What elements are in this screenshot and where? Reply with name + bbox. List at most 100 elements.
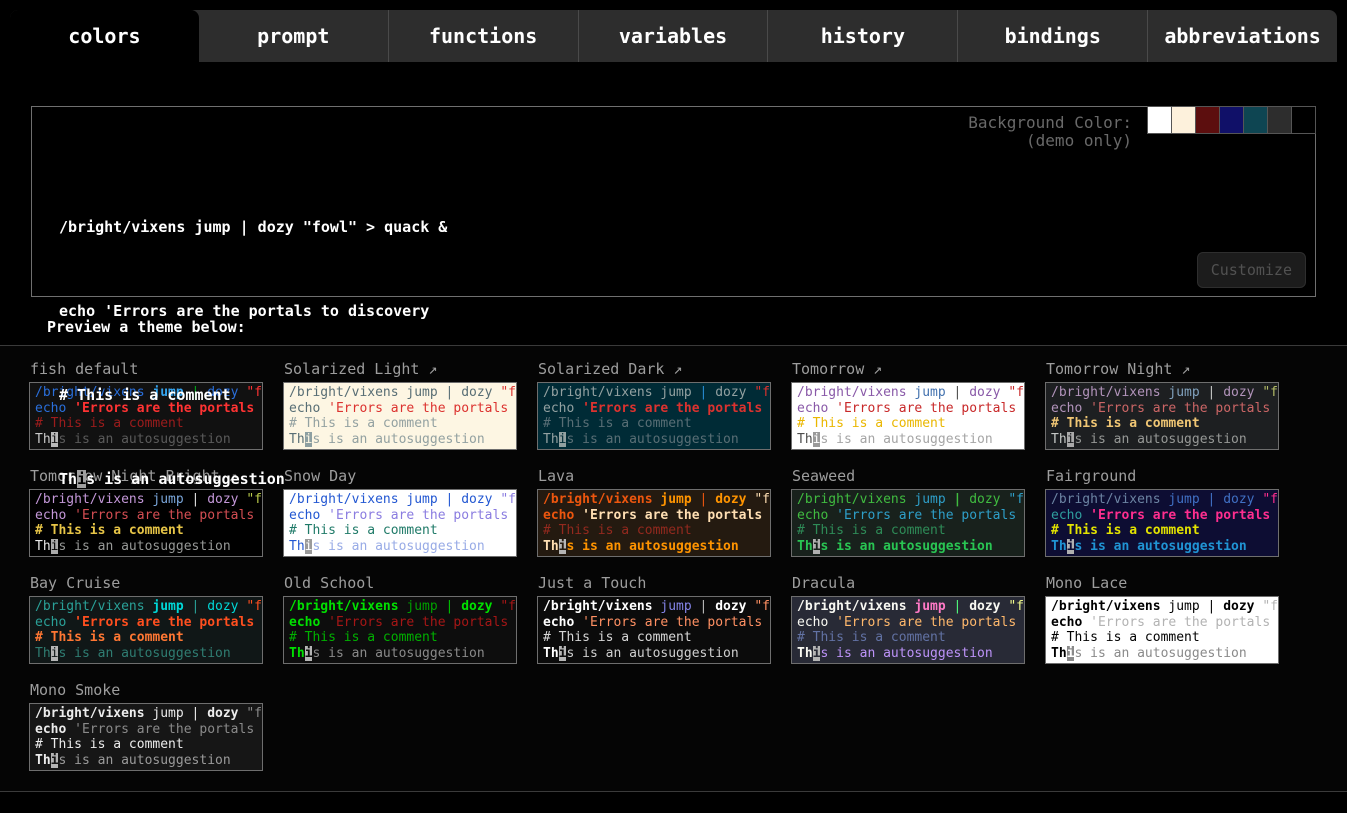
tab-colors[interactable]: colors (10, 10, 199, 62)
token-suggestion: s is an autosuggestion (566, 539, 738, 554)
token-echo: echo (289, 615, 320, 630)
preview-line-autosuggestion: This is an autosuggestion (797, 539, 1019, 555)
theme-card-lava[interactable]: Lava/bright/vixens jump | dozy "fowl" > … (537, 459, 771, 557)
theme-title: Solarized Dark↗ (538, 360, 771, 378)
theme-name-label: Bay Cruise (30, 574, 120, 592)
theme-name-label: Just a Touch (538, 574, 646, 592)
token-suggestion: s is an autosuggestion (1074, 539, 1246, 554)
theme-preview-box: /bright/vixens jump | dozy "fowl" > quac… (283, 596, 517, 664)
token-typed: Th (543, 646, 559, 661)
preview-line-autosuggestion: This is an autosuggestion (1051, 646, 1273, 662)
token-pipe: | (700, 492, 708, 507)
token-command2: dozy (461, 385, 492, 400)
demo-typed-text: Th (59, 470, 77, 488)
preview-line-comment: # This is a comment (543, 416, 765, 432)
token-pipe: | (954, 385, 962, 400)
token-echo: echo (35, 722, 66, 737)
theme-card-fairground[interactable]: Fairground/bright/vixens jump | dozy "fo… (1045, 459, 1279, 557)
theme-card-tomorrow[interactable]: Tomorrow↗/bright/vixens jump | dozy "fow… (791, 352, 1025, 450)
preview-line-autosuggestion: This is an autosuggestion (543, 432, 765, 448)
token-suggestion: s is an autosuggestion (312, 646, 484, 661)
tab-history[interactable]: history (767, 10, 957, 62)
preview-line-string: echo 'Errors are the portals to discover… (543, 508, 765, 524)
token-suggestion: s is an autosuggestion (1074, 432, 1246, 447)
preview-line-string: echo 'Errors are the portals to discover… (543, 401, 765, 417)
preview-line-autosuggestion: This is an autosuggestion (1051, 432, 1273, 448)
token-command2: dozy (1223, 492, 1254, 507)
token-command2: dozy (969, 492, 1000, 507)
preview-line-command: /bright/vixens jump | dozy "fowl" > quac… (797, 599, 1019, 615)
token-pipe: | (954, 492, 962, 507)
background-swatch-white[interactable] (1147, 106, 1172, 134)
theme-card-bay-cruise[interactable]: Bay Cruise/bright/vixens jump | dozy "fo… (29, 566, 263, 664)
background-color-label-line2: (demo only) (968, 132, 1132, 150)
token-pipe: | (954, 599, 962, 614)
background-swatch-teal[interactable] (1243, 106, 1268, 134)
token-comment: # This is a comment (1051, 630, 1200, 645)
token-command: jump (406, 599, 437, 614)
theme-card-dracula[interactable]: Dracula/bright/vixens jump | dozy "fowl"… (791, 566, 1025, 664)
token-path: /bright/vixens (797, 599, 907, 614)
token-path: /bright/vixens (543, 492, 653, 507)
token-comment: # This is a comment (35, 630, 184, 645)
theme-card-seaweed[interactable]: Seaweed/bright/vixens jump | dozy "fowl"… (791, 459, 1025, 557)
token-pipe: | (1208, 492, 1216, 507)
preview-line-string: echo 'Errors are the portals to discover… (797, 401, 1019, 417)
token-command2: dozy (207, 599, 238, 614)
preview-line-comment: # This is a comment (35, 737, 257, 753)
preview-line-comment: # This is a comment (289, 630, 511, 646)
token-path: /bright/vixens (797, 492, 907, 507)
preview-line-command: /bright/vixens jump | dozy "fowl" > quac… (35, 706, 257, 722)
customize-button[interactable]: Customize (1197, 252, 1306, 288)
token-string: 'Errors are the portals to discovery (328, 615, 517, 630)
token-quote-tail: "fowl" > quack & (1262, 492, 1279, 507)
preview-line-comment: # This is a comment (1051, 523, 1273, 539)
theme-title: Old School (284, 574, 517, 592)
token-path: /bright/vixens (543, 385, 653, 400)
background-color-label-line1: Background Color: (968, 114, 1132, 132)
token-quote-tail: "fowl" > quack & (754, 492, 771, 507)
tab-bar: colors prompt functions variables histor… (10, 10, 1337, 62)
token-command2: dozy (1223, 385, 1254, 400)
tab-bindings[interactable]: bindings (957, 10, 1147, 62)
token-quote-tail: "fowl" > quack & (754, 385, 771, 400)
background-swatch-navy[interactable] (1219, 106, 1244, 134)
token-command2: dozy (969, 385, 1000, 400)
theme-card-mono-smoke[interactable]: Mono Smoke/bright/vixens jump | dozy "fo… (29, 673, 263, 771)
background-swatch-black[interactable] (1291, 106, 1316, 134)
demo-terminal-panel: Background Color: (demo only) /bright/vi… (31, 106, 1316, 297)
token-quote-tail: "fowl" > quack & (1262, 385, 1279, 400)
theme-card-mono-lace[interactable]: Mono Lace/bright/vixens jump | dozy "fow… (1045, 566, 1279, 664)
token-string: 'Errors are the portals to discovery (1090, 508, 1279, 523)
tab-functions[interactable]: functions (388, 10, 578, 62)
external-link-icon: ↗ (1181, 360, 1190, 378)
token-suggestion: s is an autosuggestion (1074, 646, 1246, 661)
token-path: /bright/vixens (35, 706, 145, 721)
token-quote-tail: "fowl" > quack & (754, 599, 771, 614)
token-comment: # This is a comment (543, 630, 692, 645)
token-comment: # This is a comment (289, 630, 438, 645)
theme-name-label: Tomorrow Night (1046, 360, 1172, 378)
background-swatch-cream[interactable] (1171, 106, 1196, 134)
theme-preview-box: /bright/vixens jump | dozy "fowl" > quac… (791, 382, 1025, 450)
preview-line-comment: # This is a comment (1051, 630, 1273, 646)
theme-name-label: Old School (284, 574, 374, 592)
theme-card-tomorrow-night[interactable]: Tomorrow Night↗/bright/vixens jump | doz… (1045, 352, 1279, 450)
token-path: /bright/vixens (1051, 385, 1161, 400)
preview-line-autosuggestion: This is an autosuggestion (35, 646, 257, 662)
token-command2: dozy (207, 706, 238, 721)
preview-line-string: echo 'Errors are the portals to discover… (543, 615, 765, 631)
tab-prompt[interactable]: prompt (199, 10, 388, 62)
background-swatch-charcoal[interactable] (1267, 106, 1292, 134)
token-suggestion: s is an autosuggestion (566, 432, 738, 447)
token-quote-tail: "fowl" > quack & (1008, 385, 1025, 400)
theme-card-solarized-dark[interactable]: Solarized Dark↗/bright/vixens jump | doz… (537, 352, 771, 450)
token-command: jump (660, 385, 691, 400)
tab-variables[interactable]: variables (578, 10, 768, 62)
tab-abbreviations[interactable]: abbreviations (1147, 10, 1337, 62)
theme-preview-box: /bright/vixens jump | dozy "fowl" > quac… (791, 596, 1025, 664)
background-swatch-maroon[interactable] (1195, 106, 1220, 134)
token-quote-tail: "fowl" > quack & (500, 599, 517, 614)
theme-card-just-a-touch[interactable]: Just a Touch/bright/vixens jump | dozy "… (537, 566, 771, 664)
theme-card-old-school[interactable]: Old School/bright/vixens jump | dozy "fo… (283, 566, 517, 664)
